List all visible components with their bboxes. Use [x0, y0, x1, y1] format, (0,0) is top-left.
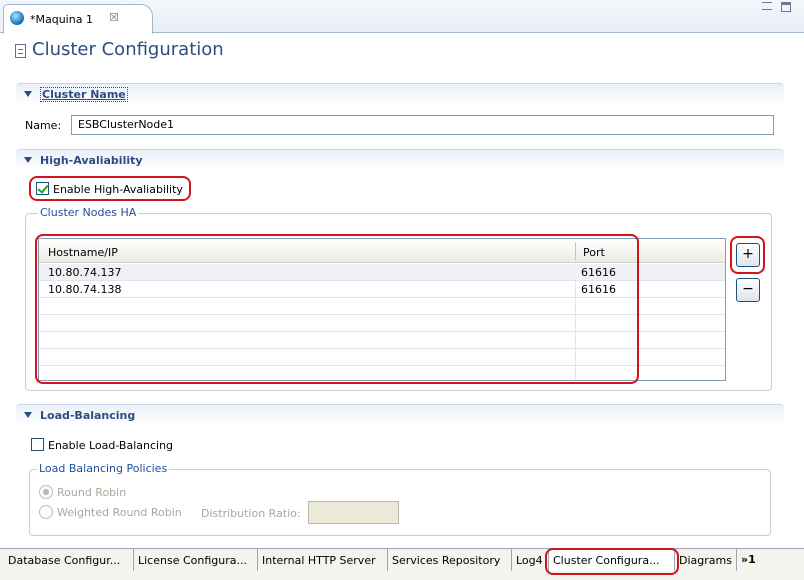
- name-input[interactable]: ESBClusterNode1: [71, 115, 774, 135]
- tab-database-configuration[interactable]: Database Configur...: [4, 549, 134, 571]
- section-cluster-name-title: Cluster Name: [40, 87, 128, 102]
- load-balancing-policies-group: [29, 469, 771, 536]
- cluster-nodes-group-title: Cluster Nodes HA: [38, 206, 139, 219]
- highlight-table: [35, 234, 639, 384]
- tab-internal-http-server[interactable]: Internal HTTP Server: [258, 549, 388, 571]
- editor-tab-title: *Maquina 1: [30, 13, 93, 26]
- collapse-triangle-icon[interactable]: [24, 412, 32, 418]
- collapse-triangle-icon[interactable]: [24, 157, 32, 163]
- tab-license-configuration[interactable]: License Configura...: [134, 549, 258, 571]
- highlight-add-button: [730, 236, 765, 274]
- document-icon: [15, 44, 26, 58]
- round-robin-radio[interactable]: [39, 485, 53, 499]
- distribution-ratio-label: Distribution Ratio:: [201, 507, 301, 520]
- globe-icon: [10, 11, 24, 25]
- section-load-balancing[interactable]: Load-Balancing: [16, 404, 784, 426]
- highlight-enable-ha: [29, 176, 191, 201]
- enable-load-balancing-checkbox[interactable]: [31, 438, 44, 451]
- maximize-icon[interactable]: [781, 2, 791, 12]
- editor-tab-strip: *Maquina 1 ☒: [0, 0, 804, 34]
- tab-log4[interactable]: Log4: [512, 549, 549, 571]
- page-title: Cluster Configuration: [32, 39, 224, 60]
- highlight-active-tab: [545, 548, 679, 575]
- section-load-balancing-title: Load-Balancing: [40, 409, 136, 422]
- section-high-availability-title: High-Avaliability: [40, 154, 143, 167]
- remove-node-button[interactable]: −: [736, 278, 760, 302]
- collapse-triangle-icon[interactable]: [24, 91, 32, 97]
- round-robin-label[interactable]: Round Robin: [57, 486, 126, 499]
- more-tabs-chevron[interactable]: »1: [741, 553, 756, 566]
- close-icon[interactable]: ☒: [109, 11, 119, 24]
- minimize-icon[interactable]: [762, 2, 772, 10]
- editor-tab[interactable]: *Maquina 1 ☒: [3, 4, 153, 34]
- page-tab-bar: Database Configur... License Configura..…: [0, 548, 804, 580]
- name-label: Name:: [25, 119, 62, 132]
- tab-diagrams[interactable]: Diagrams: [675, 549, 737, 571]
- distribution-ratio-input[interactable]: [308, 501, 399, 524]
- weighted-round-robin-label[interactable]: Weighted Round Robin: [57, 506, 182, 519]
- enable-load-balancing-label[interactable]: Enable Load-Balancing: [48, 439, 173, 452]
- section-high-availability[interactable]: High-Avaliability: [16, 149, 784, 171]
- section-cluster-name[interactable]: Cluster Name: [16, 83, 784, 105]
- weighted-round-robin-radio[interactable]: [39, 505, 53, 519]
- tab-services-repository[interactable]: Services Repository: [388, 549, 512, 571]
- load-balancing-policies-title: Load Balancing Policies: [37, 462, 170, 475]
